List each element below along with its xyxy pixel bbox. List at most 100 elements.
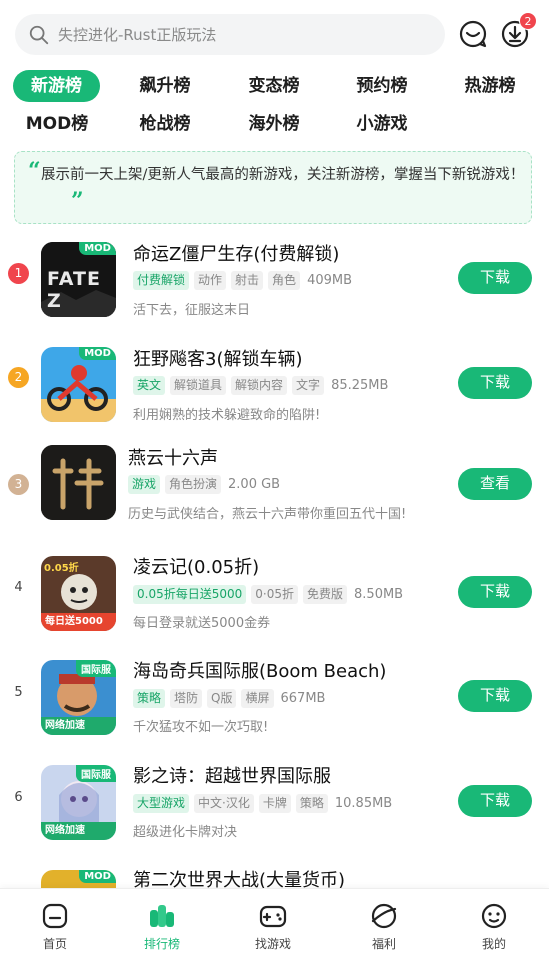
tag: 塔防 xyxy=(170,688,203,708)
nav-label: 排行榜 xyxy=(143,937,180,951)
view-button[interactable]: 查看 xyxy=(458,468,532,500)
game-list-item[interactable]: 6 国际服 网络加速 影之诗：超越世界国际服 大型游戏 中文·汉化 卡牌 策略 … xyxy=(0,759,549,859)
game-tags: 策略 塔防 Q版 横屏 667MB xyxy=(133,688,325,708)
icon-footer: 网络加速 xyxy=(41,717,116,735)
game-list-item[interactable]: 1 FATE Z MOD 命运Z僵尸生存(付费解锁) 付费解锁 动作 射击 角色… xyxy=(0,236,549,336)
file-size: 409MB xyxy=(307,272,353,288)
notice-text: 展示前一天上架/更新人气最高的新游戏，关注新游榜，掌握当下新锐游戏！ xyxy=(41,167,525,183)
tab-mod[interactable]: MOD榜 xyxy=(18,108,96,140)
profile-icon xyxy=(481,903,507,929)
mod-label: MOD xyxy=(79,242,116,255)
search-bar[interactable] xyxy=(15,14,445,55)
tag: 解锁内容 xyxy=(231,375,288,395)
nav-label: 首页 xyxy=(42,937,67,951)
message-icon[interactable] xyxy=(458,19,488,49)
game-description: 利用娴熟的技术躲避致命的陷阱! xyxy=(133,408,321,423)
tab-modded[interactable]: 变态榜 xyxy=(236,70,312,102)
tag: 文字 xyxy=(292,375,325,395)
tab-hot[interactable]: 热游榜 xyxy=(452,70,528,102)
rank-badge: 2 xyxy=(8,367,29,388)
game-icon[interactable]: MOD xyxy=(41,870,116,888)
file-size: 667MB xyxy=(280,690,326,706)
tag: 英文 xyxy=(133,375,166,395)
game-title[interactable]: 燕云十六声 xyxy=(128,444,218,470)
tag: 策略 xyxy=(295,793,328,813)
search-input[interactable] xyxy=(58,25,418,44)
download-button[interactable]: 下载 xyxy=(458,680,532,712)
welfare-icon xyxy=(371,903,397,929)
intl-label: 国际服 xyxy=(76,660,116,677)
mod-label: MOD xyxy=(79,347,116,360)
nav-find-games[interactable]: 找游戏 xyxy=(218,889,328,958)
nav-ranking[interactable]: 排行榜 xyxy=(107,889,217,958)
tag: 角色 xyxy=(268,270,301,290)
tab-mini-games[interactable]: 小游戏 xyxy=(344,108,420,140)
ranking-icon xyxy=(150,905,174,927)
game-title[interactable]: 命运Z僵尸生存(付费解锁) xyxy=(133,240,339,266)
file-size: 2.00 GB xyxy=(228,476,281,492)
game-title[interactable]: 影之诗：超越世界国际服 xyxy=(133,762,331,788)
game-title[interactable]: 凌云记(0.05折) xyxy=(133,553,259,579)
rank-number: 5 xyxy=(14,685,23,700)
tag: 动作 xyxy=(194,270,227,290)
game-list-item[interactable]: 4 0.05折 每日送5000 凌云记(0.05折) 0.05折每日送5000 … xyxy=(0,550,549,650)
file-size: 8.50MB xyxy=(354,586,404,602)
quote-close-icon: ” xyxy=(71,188,84,214)
download-button[interactable]: 下载 xyxy=(458,367,532,399)
tab-new-games[interactable]: 新游榜 xyxy=(13,70,100,102)
home-icon xyxy=(42,903,68,929)
game-title[interactable]: 狂野飚客3(解锁车辆) xyxy=(133,345,303,371)
game-icon[interactable]: FATE Z MOD xyxy=(41,242,116,317)
game-description: 活下去，征服这末日 xyxy=(133,303,251,318)
mod-label: MOD xyxy=(79,870,116,883)
tag: 卡牌 xyxy=(258,793,291,813)
tag: 付费解锁 xyxy=(133,270,190,290)
icon-text: FATE Z xyxy=(47,268,101,312)
icon-footer: 每日送5000 xyxy=(41,613,116,631)
icon-text: 0.05折 xyxy=(44,563,79,574)
nav-label: 找游戏 xyxy=(254,937,291,951)
file-size: 10.85MB xyxy=(334,795,393,811)
tab-reservation[interactable]: 预约榜 xyxy=(344,70,420,102)
rank-badge: 3 xyxy=(8,474,29,495)
file-size: 85.25MB xyxy=(331,377,389,393)
notice-box: “ 展示前一天上架/更新人气最高的新游戏，关注新游榜，掌握当下新锐游戏！ ” xyxy=(14,151,532,224)
game-title[interactable]: 第二次世界大战(大量货币) xyxy=(133,866,345,888)
game-list-item[interactable]: 5 国际服 网络加速 海岛奇兵国际服(Boom Beach) 策略 塔防 Q版 … xyxy=(0,654,549,754)
intl-label: 国际服 xyxy=(76,765,116,782)
game-description: 超级进化卡牌对决 xyxy=(133,825,238,840)
tab-shooter[interactable]: 枪战榜 xyxy=(127,108,203,140)
tag: 中文·汉化 xyxy=(194,793,254,813)
rank-number: 4 xyxy=(14,580,23,595)
tag: Q版 xyxy=(207,688,237,708)
game-description: 每日登录就送5000金券 xyxy=(133,616,271,631)
game-title[interactable]: 海岛奇兵国际服(Boom Beach) xyxy=(133,657,386,683)
tab-rising[interactable]: 飙升榜 xyxy=(127,70,203,102)
nav-welfare[interactable]: 福利 xyxy=(329,889,439,958)
game-list-item[interactable]: 3 燕云十六声 游戏 角色扮演 2.00 GB 历史与武侠结合，燕云十六声带你重… xyxy=(0,441,549,541)
game-icon[interactable] xyxy=(41,445,116,520)
yanyun-art-icon xyxy=(41,445,116,520)
nav-label: 我的 xyxy=(481,937,506,951)
game-icon[interactable]: 国际服 网络加速 xyxy=(41,765,116,840)
download-button[interactable]: 下载 xyxy=(458,262,532,294)
rank-badge: 1 xyxy=(8,263,29,284)
game-list-item[interactable]: 2 MOD 狂野飚客3(解锁车辆) 英文 解锁道具 解锁内容 文字 85.25M… xyxy=(0,341,549,441)
download-count-badge: 2 xyxy=(519,12,537,30)
game-tags: 英文 解锁道具 解锁内容 文字 85.25MB xyxy=(133,375,388,395)
game-icon[interactable]: 0.05折 每日送5000 xyxy=(41,556,116,631)
tag: 射击 xyxy=(231,270,264,290)
download-button[interactable]: 下载 xyxy=(458,785,532,817)
tab-overseas[interactable]: 海外榜 xyxy=(236,108,312,140)
nav-home[interactable]: 首页 xyxy=(0,889,110,958)
download-button[interactable]: 下载 xyxy=(458,576,532,608)
tag: 游戏 xyxy=(128,474,161,494)
tag: 角色扮演 xyxy=(165,474,222,494)
game-icon[interactable]: MOD xyxy=(41,347,116,422)
top-bar: 2 xyxy=(0,0,549,66)
game-list-item[interactable]: MOD 第二次世界大战(大量货币) xyxy=(0,864,549,888)
nav-profile[interactable]: 我的 xyxy=(439,889,549,958)
search-icon xyxy=(29,25,49,44)
game-icon[interactable]: 国际服 网络加速 xyxy=(41,660,116,735)
tag: 免费版 xyxy=(303,584,348,604)
